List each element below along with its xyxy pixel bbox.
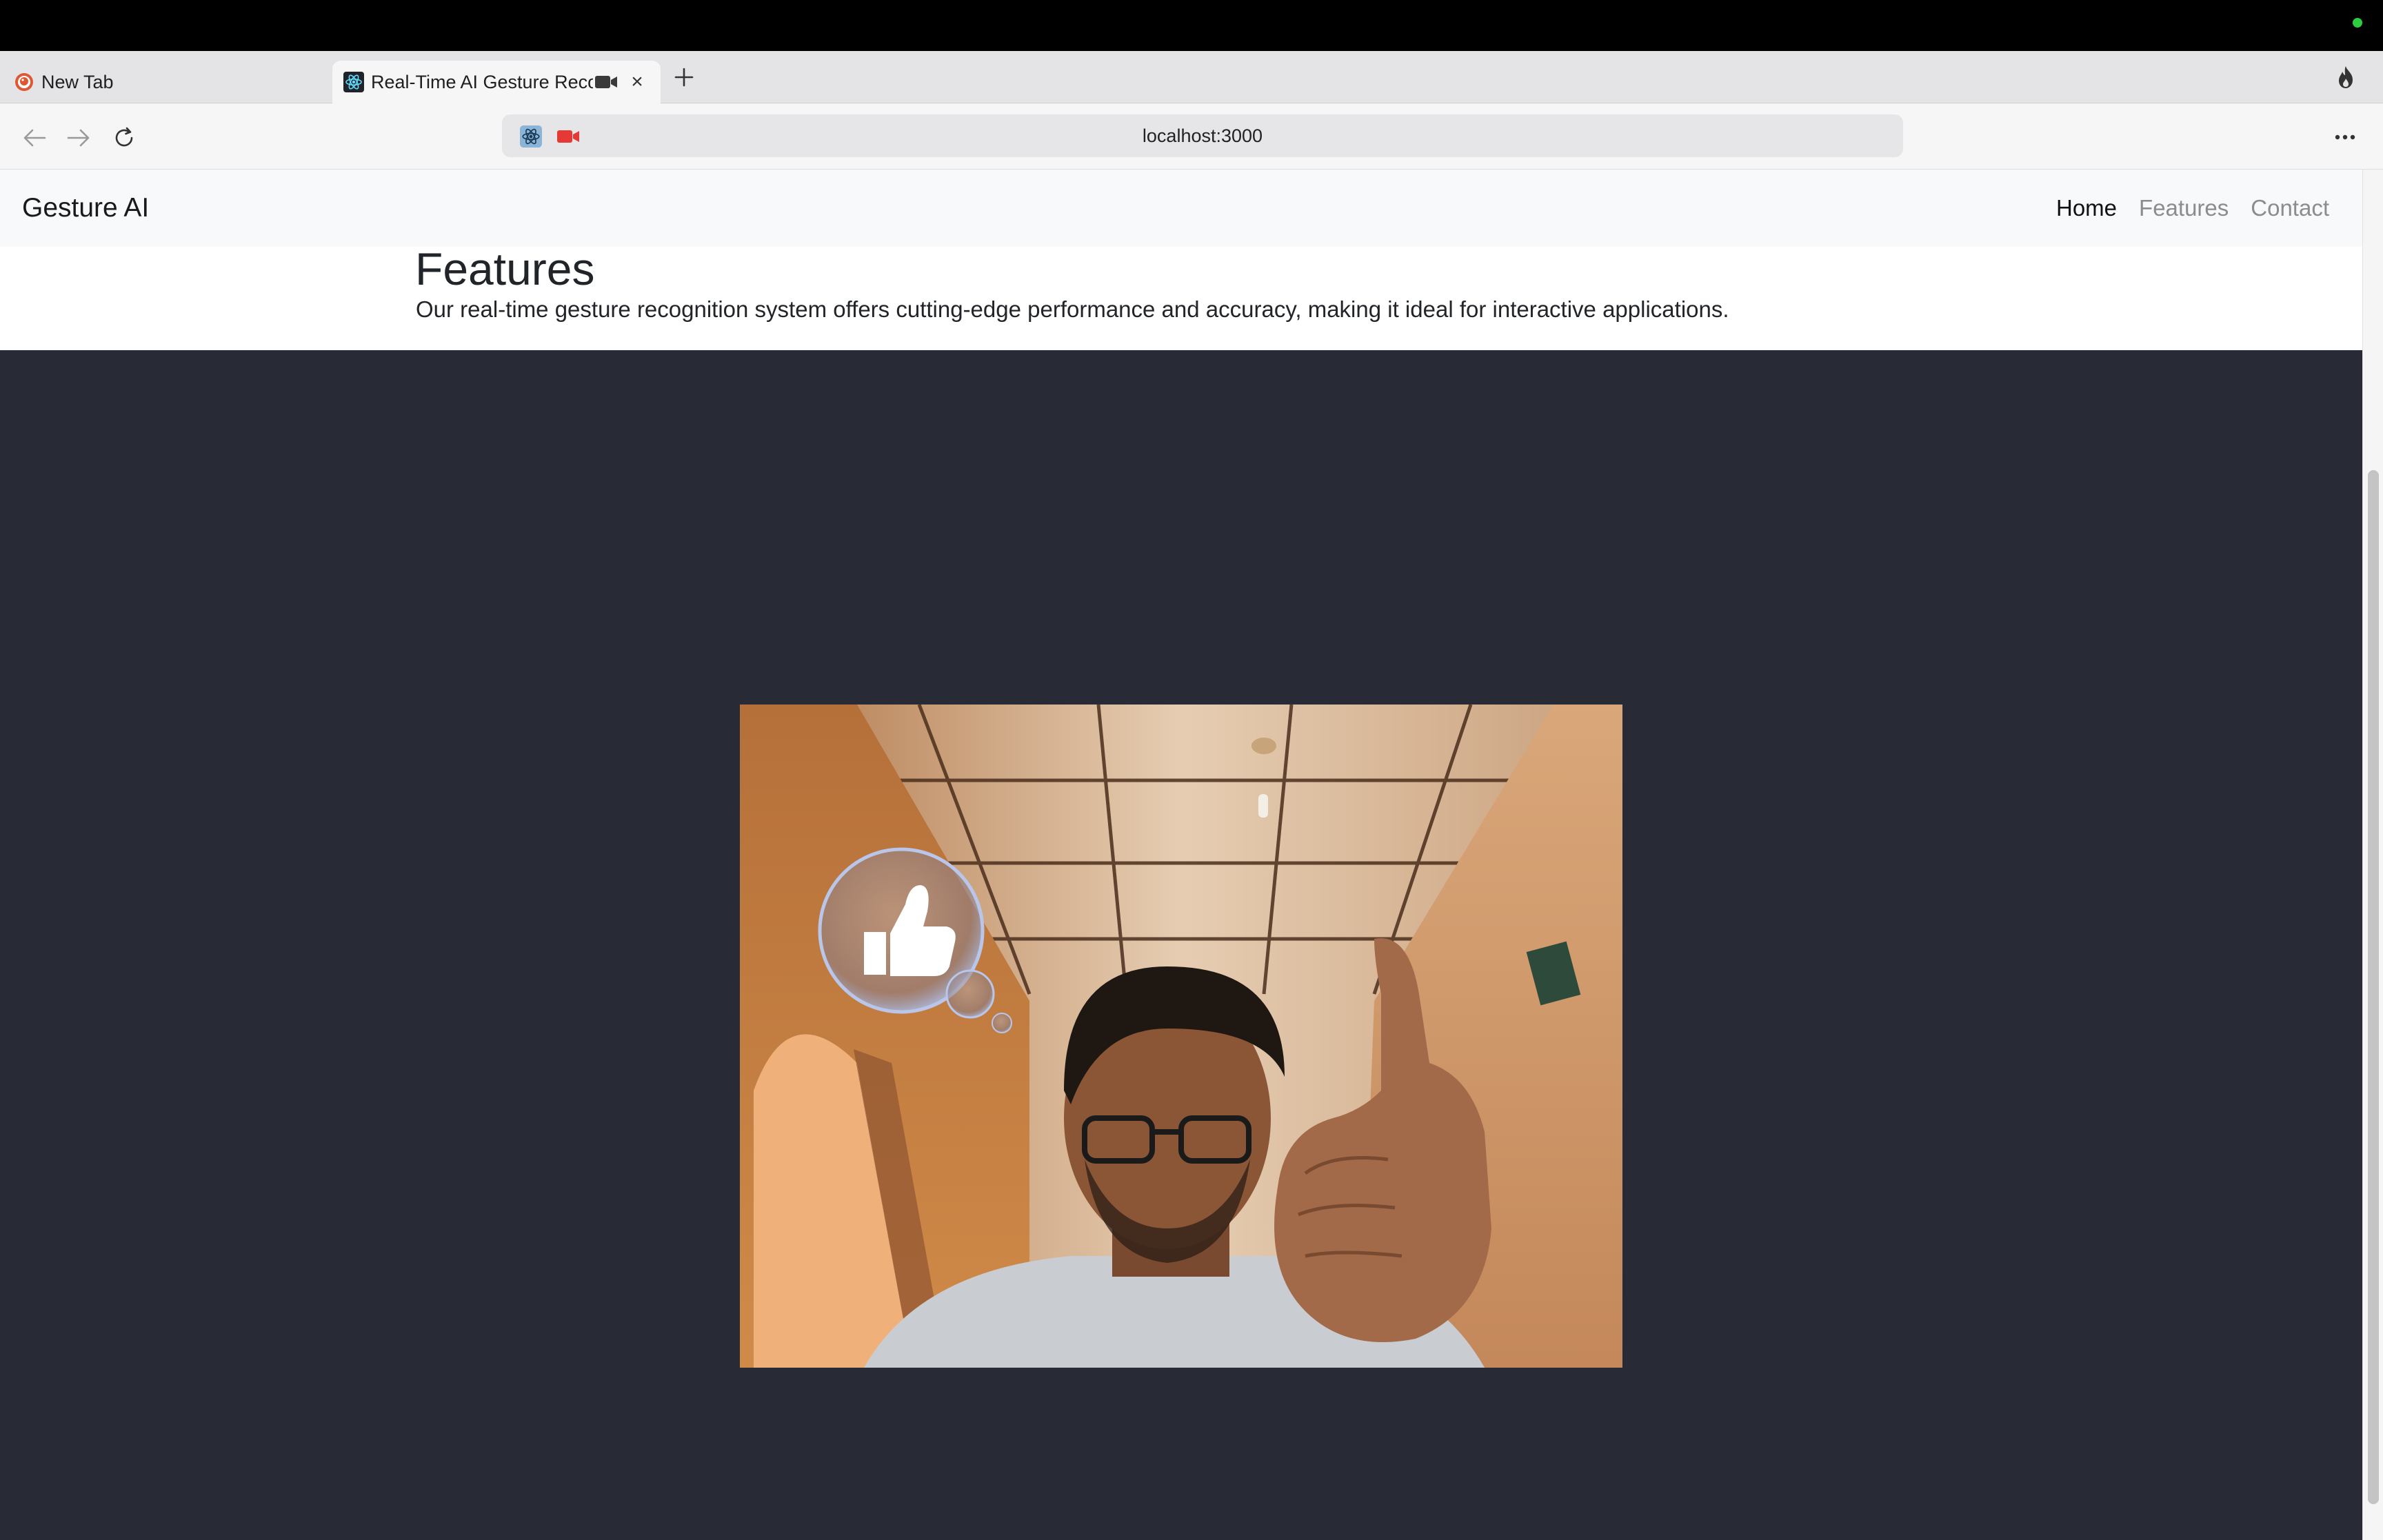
fire-burn-icon[interactable] bbox=[2332, 62, 2360, 92]
tab-gesture-app[interactable]: Real-Time AI Gesture Recognition × bbox=[332, 61, 661, 103]
react-icon bbox=[343, 72, 364, 92]
address-url: localhost:3000 bbox=[1142, 125, 1263, 146]
nav-link-features[interactable]: Features bbox=[2139, 195, 2229, 221]
navbar-links: Home Features Contact bbox=[2056, 170, 2329, 247]
page-viewport: Gesture AI Home Features Contact Feature… bbox=[0, 170, 2383, 1540]
back-arrow-icon[interactable] bbox=[18, 121, 51, 154]
tab-label: New Tab bbox=[41, 71, 114, 92]
recording-camera-icon bbox=[594, 72, 619, 92]
features-section: Features Our real-time gesture recogniti… bbox=[0, 243, 2362, 350]
camera-indicator-icon bbox=[2353, 18, 2362, 28]
nav-link-home[interactable]: Home bbox=[2056, 195, 2117, 221]
nav-link-contact[interactable]: Contact bbox=[2251, 195, 2329, 221]
webcam-feed bbox=[740, 705, 1622, 1368]
tab-label: Real-Time AI Gesture Recognition bbox=[371, 71, 593, 92]
scrollbar-thumb[interactable] bbox=[2368, 470, 2379, 1504]
tab-strip: New Tab Real-Time AI Gesture Recognition… bbox=[0, 51, 2383, 103]
features-heading: Features bbox=[415, 243, 595, 294]
tab-new-tab[interactable]: New Tab bbox=[10, 61, 327, 103]
navbar-brand[interactable]: Gesture AI bbox=[22, 170, 149, 247]
more-menu-icon[interactable] bbox=[2328, 120, 2362, 154]
forward-arrow-icon[interactable] bbox=[62, 121, 95, 154]
reload-icon[interactable] bbox=[108, 121, 141, 154]
site-navbar: Gesture AI Home Features Contact bbox=[0, 170, 2362, 247]
webcam-frame-image bbox=[740, 705, 1622, 1368]
address-bar[interactable]: localhost:3000 bbox=[502, 114, 1903, 157]
new-tab-plus-icon[interactable] bbox=[669, 62, 699, 92]
duckduckgo-icon bbox=[14, 72, 34, 92]
page-scrollbar[interactable] bbox=[2362, 170, 2383, 1540]
features-description: Our real-time gesture recognition system… bbox=[416, 296, 1729, 322]
tab-close-icon[interactable]: × bbox=[626, 70, 648, 94]
os-menu-bar bbox=[0, 0, 2383, 51]
browser-toolbar: localhost:3000 bbox=[0, 103, 2383, 170]
